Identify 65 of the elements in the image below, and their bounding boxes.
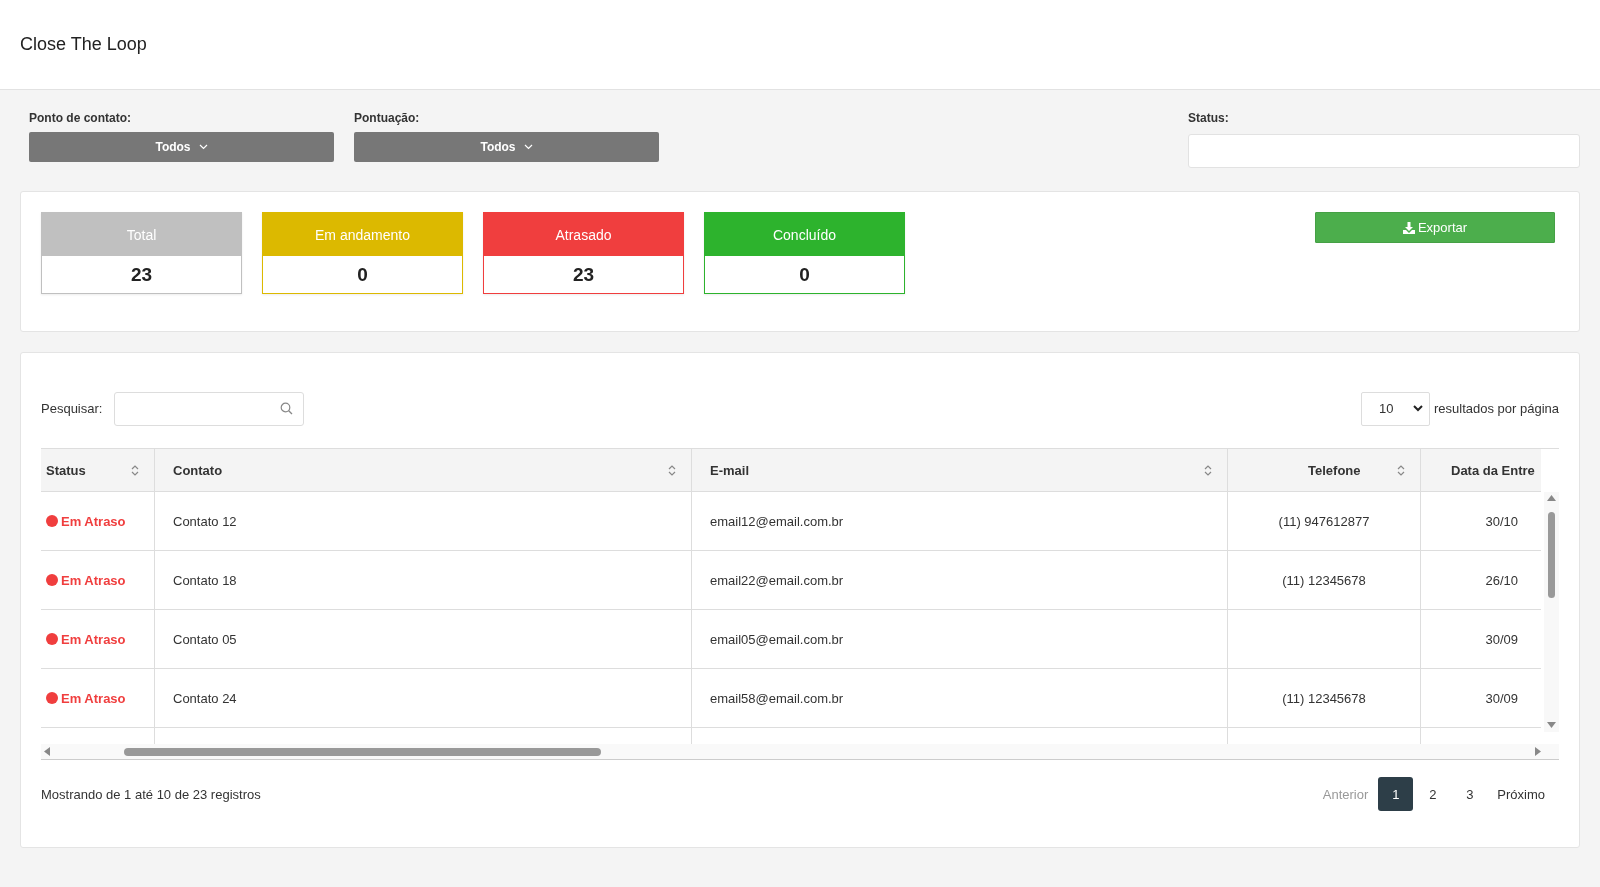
table-cell: Contato 18 bbox=[155, 551, 692, 610]
column-header[interactable]: Status bbox=[41, 449, 155, 492]
table-cell: email05@email.com.br bbox=[692, 610, 1228, 669]
status-label: Em Atraso bbox=[46, 513, 126, 529]
scrollbar-thumb[interactable] bbox=[124, 748, 601, 756]
table-cell: 26/10 bbox=[1421, 551, 1541, 610]
page-button[interactable]: 2 bbox=[1415, 777, 1451, 811]
table-cell: Contato 24 bbox=[155, 669, 692, 728]
status-label: Em Atraso bbox=[46, 572, 126, 588]
records-info: Mostrando de 1 até 10 de 23 registros bbox=[41, 786, 261, 802]
scroll-down-icon[interactable] bbox=[1547, 722, 1556, 728]
page-button[interactable]: 3 bbox=[1452, 777, 1488, 811]
filter-dropdown[interactable]: Todos bbox=[29, 132, 334, 162]
filter-label: Ponto de contato: bbox=[29, 111, 132, 125]
table-cell: email12@email.com.br bbox=[692, 492, 1228, 551]
scroll-up-icon[interactable] bbox=[1547, 495, 1556, 501]
table-cell: 30/09 bbox=[1421, 669, 1541, 728]
search-label: Pesquisar: bbox=[41, 401, 103, 416]
scroll-left-icon[interactable] bbox=[44, 747, 50, 756]
table-cell: Contato 05 bbox=[155, 610, 692, 669]
chevron-down-icon bbox=[198, 144, 208, 150]
sort-icon bbox=[131, 463, 139, 477]
table-cell: 30/09 bbox=[1421, 610, 1541, 669]
table-cell: email22@email.com.br bbox=[692, 551, 1228, 610]
download-icon bbox=[1402, 221, 1415, 234]
page-size-label: resultados por página bbox=[1433, 401, 1559, 416]
stat-value: 0 bbox=[356, 262, 369, 287]
page-button[interactable]: 1 bbox=[1378, 777, 1414, 811]
column-header[interactable]: Data da Entre bbox=[1421, 449, 1541, 492]
status-input[interactable] bbox=[1188, 134, 1580, 168]
stat-value: 23 bbox=[571, 262, 596, 287]
search-field[interactable] bbox=[114, 391, 305, 426]
stat-label: Em andamento bbox=[263, 213, 462, 256]
stat-value: 23 bbox=[129, 262, 154, 287]
stat-value: 0 bbox=[798, 262, 811, 287]
scroll-right-icon[interactable] bbox=[1535, 747, 1541, 756]
next-page-button[interactable]: Próximo bbox=[1489, 777, 1553, 811]
page-size-select[interactable]: 10 bbox=[1360, 391, 1430, 426]
horizontal-scrollbar[interactable] bbox=[41, 744, 1559, 759]
status-label: Em Atraso bbox=[46, 690, 126, 706]
search-icon bbox=[280, 402, 294, 415]
chevron-down-icon bbox=[523, 144, 533, 150]
table-cell: 30/10 bbox=[1421, 492, 1541, 551]
sort-icon bbox=[1204, 463, 1212, 477]
table-cell: (11) 12345678 bbox=[1228, 551, 1421, 610]
filter-label: Pontuação: bbox=[354, 111, 421, 125]
sort-icon bbox=[1397, 463, 1405, 477]
page-title: Close The Loop bbox=[20, 34, 147, 55]
filter-label: Status: bbox=[1188, 111, 1230, 125]
scrollbar-thumb[interactable] bbox=[1548, 512, 1555, 598]
stat-label: Atrasado bbox=[484, 213, 683, 256]
filter-dropdown[interactable]: Todos bbox=[354, 132, 659, 162]
table-cell: (11) 947612877 bbox=[1228, 492, 1421, 551]
stat-label: Concluído bbox=[705, 213, 904, 256]
column-header[interactable]: Telefone bbox=[1228, 449, 1421, 492]
status-label: Em Atraso bbox=[46, 631, 126, 647]
table-cell: Contato 12 bbox=[155, 492, 692, 551]
vertical-scrollbar[interactable] bbox=[1544, 492, 1559, 732]
column-header[interactable]: Contato bbox=[155, 449, 692, 492]
stat-label: Total bbox=[42, 213, 241, 256]
table-cell: email58@email.com.br bbox=[692, 669, 1228, 728]
sort-icon bbox=[668, 463, 676, 477]
column-header[interactable]: E-mail bbox=[692, 449, 1228, 492]
table-cell: (11) 12345678 bbox=[1228, 669, 1421, 728]
chevron-down-icon bbox=[1412, 405, 1423, 412]
